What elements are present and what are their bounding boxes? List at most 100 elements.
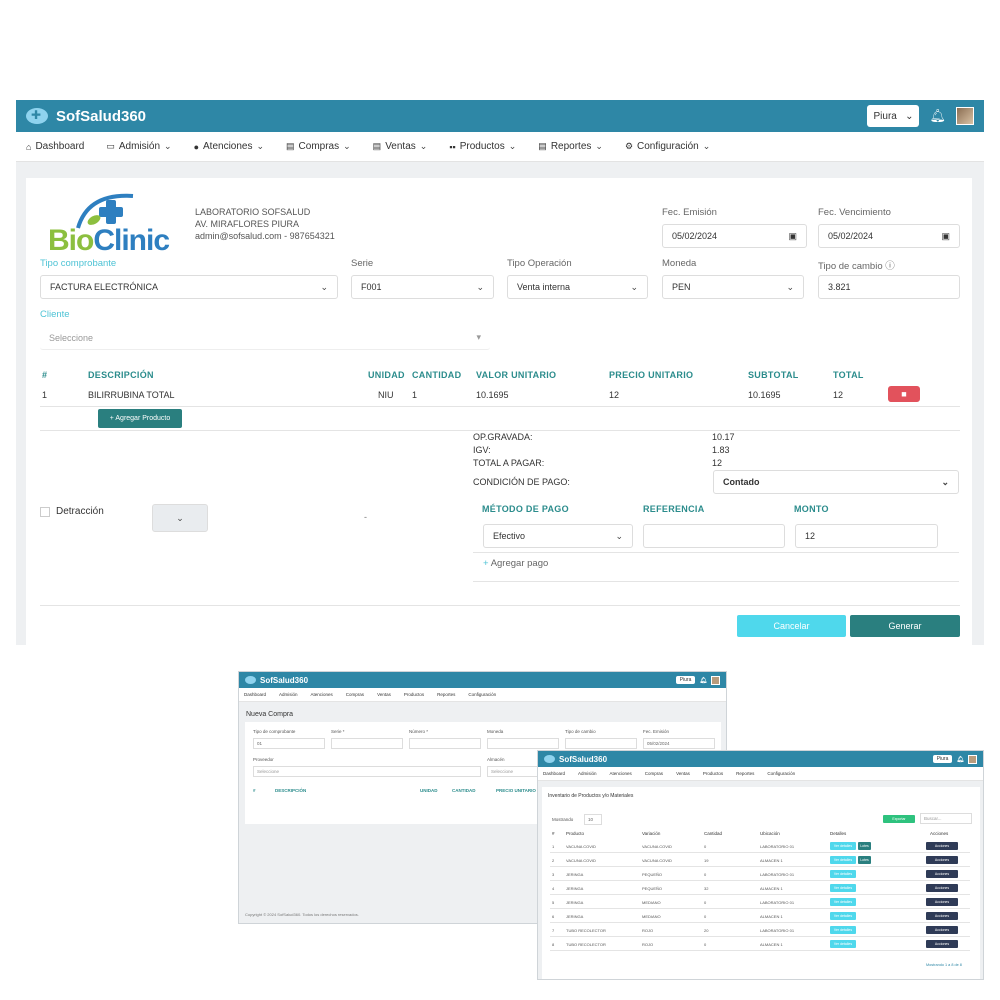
report-icon: ▤ — [538, 141, 547, 151]
nav-productos[interactable]: Productos — [703, 771, 723, 776]
nav-configuracion[interactable]: Configuración — [468, 692, 496, 697]
lotes-button[interactable]: Lotes — [858, 842, 871, 850]
nav-compras[interactable]: Compras — [346, 692, 364, 697]
nav-atenciones[interactable]: Atenciones — [610, 771, 632, 776]
avatar[interactable] — [956, 107, 974, 125]
table-cell: ALMACEN 1 — [760, 942, 783, 947]
actions-dropdown[interactable]: Acciones — [926, 842, 958, 850]
nav-ventas[interactable]: Ventas — [377, 692, 391, 697]
bell-icon[interactable]: 🔔︎ — [929, 108, 946, 124]
nav-atenciones[interactable]: Atenciones — [311, 692, 333, 697]
page-size-select[interactable]: 10 — [584, 814, 602, 825]
moneda-select[interactable]: PEN ⌄ — [662, 275, 804, 299]
col-header: Ubicación — [760, 831, 780, 836]
page-title: Inventario de Productos y/o Materiales — [548, 793, 634, 799]
avatar[interactable] — [711, 675, 720, 685]
tipo-cambio-input[interactable] — [565, 738, 637, 749]
tipo-cambio-input[interactable]: 3.821 — [818, 275, 960, 299]
nav-admision[interactable]: Admisión — [279, 692, 298, 697]
col-header: UNIDAD — [368, 370, 405, 380]
serie-input[interactable] — [331, 738, 403, 749]
caret-down-icon: ▾ — [476, 332, 481, 342]
delete-row-button[interactable]: ■ — [888, 386, 920, 402]
nav-admision[interactable]: Admisión — [578, 771, 597, 776]
fecha-emision-field[interactable]: 05/02/2024 — [643, 738, 715, 749]
actions-dropdown[interactable]: Acciones — [926, 926, 958, 934]
metodo-pago-select[interactable]: Efectivo ⌄ — [483, 524, 633, 548]
monto-input[interactable]: 12 — [795, 524, 938, 548]
detail-button[interactable]: Ver detalles — [830, 870, 856, 878]
fec-emision-field[interactable]: 05/02/2024 ▣ — [662, 224, 807, 248]
actions-dropdown[interactable]: Acciones — [926, 870, 958, 878]
detail-button[interactable]: Ver detalles — [830, 940, 856, 948]
nav-admision[interactable]: ▭ Admisión ⌄ — [106, 141, 171, 152]
nav-dashboard[interactable]: ⌂ Dashboard — [26, 141, 84, 152]
chevron-down-icon: ⌄ — [630, 281, 638, 292]
nav-ventas[interactable]: Ventas — [676, 771, 690, 776]
detraccion-checkbox[interactable] — [40, 507, 50, 517]
tipo-operacion-select[interactable]: Venta interna ⌄ — [507, 275, 648, 299]
total-label: TOTAL A PAGAR: — [473, 458, 545, 468]
generate-button[interactable]: Generar — [850, 615, 960, 637]
numero-input[interactable] — [409, 738, 481, 749]
actions-dropdown[interactable]: Acciones — [926, 940, 958, 948]
divider — [550, 936, 970, 937]
info-icon[interactable]: ⓘ — [885, 261, 895, 272]
serie-select[interactable]: F001 ⌄ — [351, 275, 494, 299]
moneda-select[interactable] — [487, 738, 559, 749]
detraccion-label: Detracción — [56, 506, 104, 517]
lotes-button[interactable]: Lotes — [858, 856, 871, 864]
nav-dashboard[interactable]: Dashboard — [244, 692, 266, 697]
referencia-input[interactable] — [643, 524, 785, 548]
nav-reportes[interactable]: Reportes — [736, 771, 754, 776]
nav-reportes[interactable]: ▤ Reportes ⌄ — [538, 141, 603, 152]
calendar-icon[interactable]: ▣ — [788, 231, 797, 242]
proveedor-select[interactable]: Seleccione — [253, 766, 481, 777]
detail-button[interactable]: Ver detalles — [830, 856, 856, 864]
nav-ventas[interactable]: ▤ Ventas ⌄ — [373, 141, 428, 152]
location-select[interactable]: Piura ⌄ — [867, 105, 920, 127]
table-cell: LABORATORIO 01 — [760, 900, 795, 905]
app-brand: SofSalud360 — [559, 754, 608, 764]
tipo-comprobante-select[interactable]: 01 — [253, 738, 325, 749]
nav-productos[interactable]: Productos — [404, 692, 424, 697]
detail-button[interactable]: Ver detalles — [830, 926, 856, 934]
nav-atenciones[interactable]: ● Atenciones ⌄ — [194, 141, 264, 152]
nav-productos[interactable]: ▪▪ Productos ⌄ — [449, 141, 516, 152]
field-label: Fec. Emisión — [643, 729, 670, 734]
detail-button[interactable]: Ver detalles — [830, 912, 856, 920]
location-select[interactable]: Piura — [675, 676, 696, 684]
add-product-button[interactable]: + Agregar Producto — [98, 409, 182, 428]
bell-icon[interactable]: 🔔︎ — [956, 756, 964, 763]
actions-dropdown[interactable]: Acciones — [926, 884, 958, 892]
actions-dropdown[interactable]: Acciones — [926, 898, 958, 906]
tipo-comprobante-select[interactable]: FACTURA ELECTRÓNICA ⌄ — [40, 275, 338, 299]
location-select[interactable]: Piura — [932, 755, 953, 763]
detail-button[interactable]: Ver detalles — [830, 884, 856, 892]
detraccion-select[interactable]: ⌄ — [152, 504, 208, 532]
detail-button[interactable]: Ver detalles — [830, 842, 856, 850]
nav-configuracion[interactable]: ⚙ Configuración ⌄ — [625, 141, 710, 152]
op-gravada-label: OP.GRAVADA: — [473, 432, 533, 442]
fec-vencimiento-field[interactable]: 05/02/2024 ▣ — [818, 224, 960, 248]
bell-icon[interactable]: 🔔︎ — [699, 677, 707, 684]
cancel-button[interactable]: Cancelar — [737, 615, 846, 637]
add-payment-button[interactable]: + Agregar pago — [483, 558, 548, 569]
nav-reportes[interactable]: Reportes — [437, 692, 455, 697]
condicion-pago-select[interactable]: Contado ⌄ — [713, 470, 959, 494]
nav-dashboard[interactable]: Dashboard — [543, 771, 565, 776]
export-button[interactable]: Exportar — [883, 815, 915, 823]
actions-dropdown[interactable]: Acciones — [926, 912, 958, 920]
avatar[interactable] — [968, 754, 977, 764]
detail-button[interactable]: Ver detalles — [830, 898, 856, 906]
calendar-icon[interactable]: ▣ — [941, 231, 950, 242]
nav-compras[interactable]: Compras — [645, 771, 663, 776]
field-label: Serie * — [331, 729, 345, 734]
nav-configuracion[interactable]: Configuración — [767, 771, 795, 776]
actions-dropdown[interactable]: Acciones — [926, 856, 958, 864]
cliente-select[interactable]: Seleccione ▾ — [40, 326, 490, 350]
search-input[interactable]: Buscar... — [920, 813, 972, 824]
table-cell: VACUNA COVID — [642, 844, 672, 849]
nav-compras[interactable]: ▤ Compras ⌄ — [286, 141, 351, 152]
divider — [473, 581, 959, 582]
